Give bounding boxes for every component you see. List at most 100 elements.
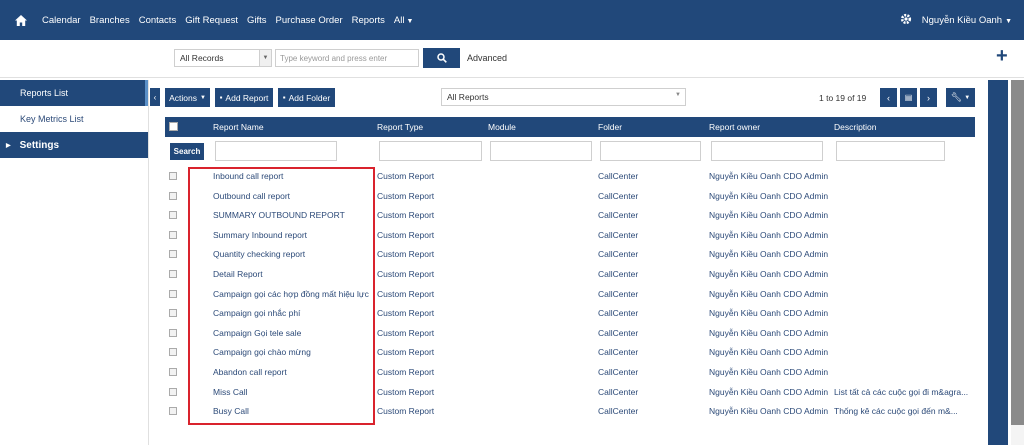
nav-gift-request[interactable]: Gift Request — [185, 15, 238, 26]
nav-purchase-order[interactable]: Purchase Order — [276, 15, 343, 26]
report-name-link[interactable]: Campaign Gọi tele sale — [213, 328, 375, 338]
description-cell: List tất cả các cuộc gọi đi m&agra... — [834, 386, 969, 397]
report-name-link[interactable]: Miss Call — [213, 387, 375, 397]
header-description[interactable]: Description — [834, 122, 877, 132]
table-row[interactable]: Detail Report Custom Report CallCenter Nguy… — [165, 265, 975, 285]
table-row[interactable]: Miss Call Custom Report CallCenter Nguyễn K… — [165, 383, 975, 403]
table-row[interactable]: Outbound call report Custom Report CallCen… — [165, 187, 975, 207]
row-checkbox[interactable] — [169, 348, 177, 357]
table-row[interactable]: Quantity checking report Custom Report Cal… — [165, 245, 975, 265]
add-report-button[interactable]: ▪ Add Report — [215, 88, 273, 107]
header-module[interactable]: Module — [488, 122, 516, 132]
report-name-link[interactable]: Campaign gọi chào mừng — [213, 347, 375, 357]
row-checkbox[interactable] — [169, 211, 177, 220]
nav-contacts[interactable]: Contacts — [139, 15, 177, 26]
filter-report-name-input[interactable] — [215, 141, 337, 161]
page-jump-button[interactable]: ▤ — [900, 88, 917, 107]
caret-right-icon: ▶ — [6, 142, 11, 149]
sidebar-item-reports-list[interactable]: Reports List — [0, 80, 148, 106]
nav-all-label: All — [393, 14, 405, 26]
report-name-link[interactable]: Summary Inbound report — [213, 230, 375, 240]
filter-report-type-input[interactable] — [379, 141, 482, 161]
report-name-link[interactable]: Detail Report — [213, 269, 375, 279]
plus-icon[interactable]: + — [996, 46, 1008, 66]
row-checkbox[interactable] — [169, 289, 177, 298]
header-report-name[interactable]: Report Name — [213, 122, 264, 132]
folder-cell: CallCenter — [598, 308, 639, 319]
table-row[interactable]: SUMMARY OUTBOUND REPORT Custom Report Call… — [165, 206, 975, 226]
collapse-sidebar-icon[interactable]: ‹ — [150, 88, 160, 106]
tools-menu-button[interactable]: 🔧︎ ▼ — [946, 88, 975, 107]
keyword-search-input[interactable] — [275, 49, 419, 67]
nav-gifts[interactable]: Gifts — [247, 15, 267, 26]
header-folder[interactable]: Folder — [598, 122, 622, 132]
filter-description-input[interactable] — [836, 141, 945, 161]
nav-calendar[interactable]: Calendar — [42, 15, 81, 26]
report-name-link[interactable]: Quantity checking report — [213, 249, 375, 259]
row-checkbox[interactable] — [169, 172, 177, 180]
table-row[interactable]: Campaign Gọi tele sale Custom Report CallC… — [165, 324, 975, 344]
filter-search-button[interactable]: Search — [170, 143, 204, 160]
add-folder-button[interactable]: ▪ Add Folder — [278, 88, 335, 107]
add-report-icon: ▪ — [219, 93, 223, 102]
user-menu[interactable]: Nguyễn Kiều Oanh ▼ — [922, 15, 1012, 26]
row-checkbox[interactable] — [169, 407, 177, 416]
actions-button[interactable]: Actions ▼ — [165, 88, 210, 107]
table-row[interactable]: Inbound call report Custom Report CallCent… — [165, 167, 975, 187]
filter-module-input[interactable] — [490, 141, 592, 161]
table-row[interactable]: Abandon call report Custom Report CallCent… — [165, 363, 975, 383]
nav-reports[interactable]: Reports — [352, 15, 385, 26]
report-owner-cell: Nguyễn Kiều Oanh CDO Admin — [709, 308, 829, 319]
nav-all-menu[interactable]: All ▼ — [394, 15, 414, 26]
row-checkbox[interactable] — [169, 270, 177, 278]
next-page-button[interactable]: › — [920, 88, 937, 107]
report-name-link[interactable]: Outbound call report — [213, 191, 375, 201]
home-icon[interactable] — [9, 14, 33, 26]
report-type-cell: Custom Report — [377, 190, 435, 201]
gear-icon[interactable] — [900, 13, 912, 27]
sidebar-item-key-metrics-list[interactable]: Key Metrics List — [0, 106, 148, 132]
prev-page-button[interactable]: ‹ — [880, 88, 897, 107]
header-report-type[interactable]: Report Type — [377, 122, 423, 132]
row-checkbox[interactable] — [169, 387, 177, 396]
table-row[interactable]: Busy Call Custom Report CallCenter Nguyễn K… — [165, 402, 975, 422]
report-folder-select[interactable]: All Reports ▼ — [441, 88, 686, 106]
row-checkbox[interactable] — [169, 250, 177, 259]
scrollbar-thumb[interactable] — [1011, 80, 1024, 425]
advanced-search-link[interactable]: Advanced — [467, 53, 507, 63]
records-scope-select[interactable]: All Records ▼ — [174, 49, 272, 67]
report-name-link[interactable]: Inbound call report — [213, 171, 375, 181]
report-type-cell: Custom Report — [377, 210, 435, 221]
header-report-owner[interactable]: Report owner — [709, 122, 760, 132]
row-checkbox[interactable] — [169, 368, 177, 376]
table-header: Report Name Report Type Module Folder Re… — [165, 117, 975, 137]
report-name-link[interactable]: Busy Call — [213, 406, 375, 416]
sidebar-item-settings-label: Settings — [19, 139, 60, 151]
filter-folder-input[interactable] — [600, 141, 701, 161]
table-row[interactable]: Summary Inbound report Custom Report CallC… — [165, 226, 975, 246]
folder-cell: CallCenter — [598, 190, 639, 201]
report-owner-cell: Nguyễn Kiều Oanh CDO Admin — [709, 327, 829, 338]
row-checkbox[interactable] — [169, 328, 177, 337]
row-checkbox[interactable] — [169, 309, 177, 318]
report-name-link[interactable]: SUMMARY OUTBOUND REPORT — [213, 210, 375, 220]
report-name-link[interactable]: Campaign gọi nhắc phí — [213, 308, 375, 318]
select-all-checkbox[interactable] — [169, 122, 178, 131]
description-cell: Thống kê các cuộc gọi đến m&... — [834, 406, 958, 417]
filter-report-owner-input[interactable] — [711, 141, 823, 161]
search-button[interactable] — [423, 48, 460, 68]
report-type-cell: Custom Report — [377, 288, 435, 299]
row-checkbox[interactable] — [169, 191, 177, 200]
dropdown-arrow-icon: ▼ — [675, 92, 681, 98]
search-icon — [436, 53, 447, 63]
nav-branches[interactable]: Branches — [90, 15, 130, 26]
row-checkbox[interactable] — [169, 230, 177, 239]
sidebar-item-settings[interactable]: ▶ Settings — [0, 132, 148, 158]
report-name-link[interactable]: Abandon call report — [213, 367, 375, 377]
table-row[interactable]: Campaign gọi chào mừng Custom Report CallC… — [165, 343, 975, 363]
table-row[interactable]: Campaign gọi nhắc phí Custom Report CallCe… — [165, 304, 975, 324]
sidebar: Reports List Key Metrics List ▶ Settings — [0, 80, 149, 445]
report-name-link[interactable]: Campaign gọi các hợp đồng mất hiệu lực — [213, 289, 375, 299]
table-row[interactable]: Campaign gọi các hợp đồng mất hiệu lực Cu… — [165, 285, 975, 305]
report-type-cell: Custom Report — [377, 367, 435, 377]
